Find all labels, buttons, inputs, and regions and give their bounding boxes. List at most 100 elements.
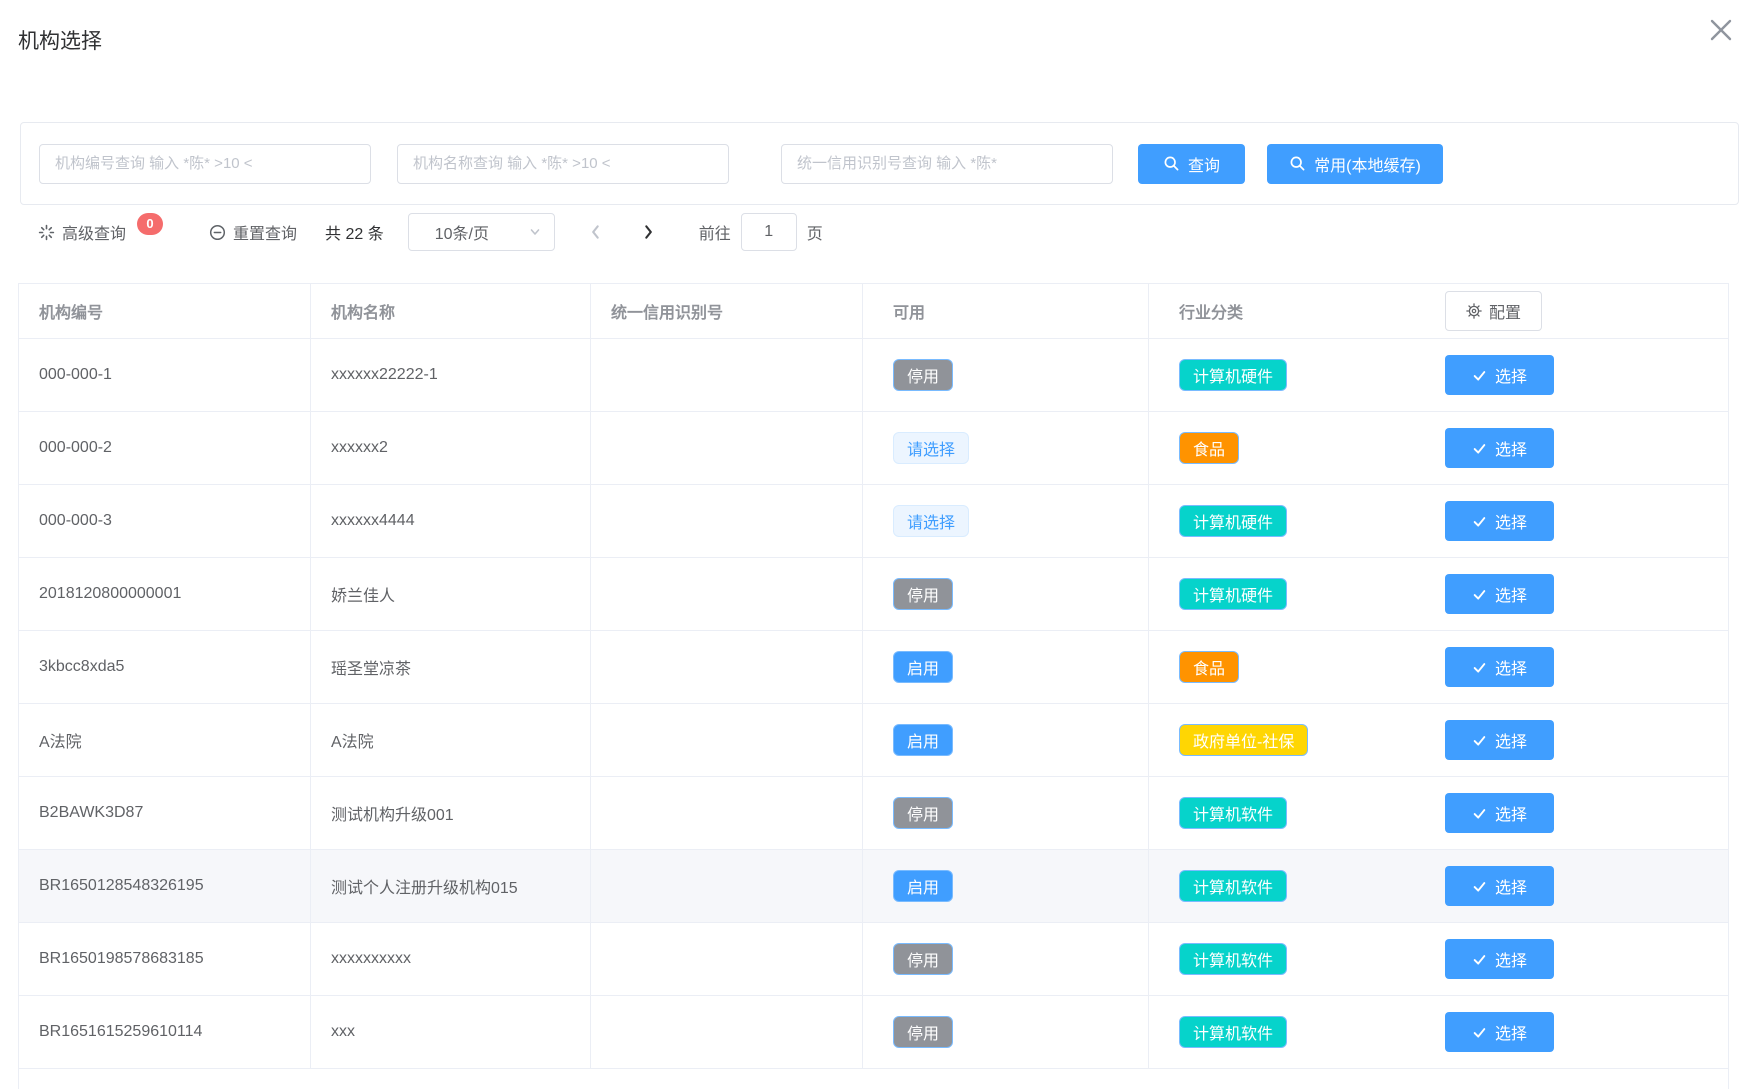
credit-code-cell	[591, 631, 863, 703]
status-tag[interactable]: 停用	[893, 1016, 953, 1048]
credit-code-cell	[591, 412, 863, 484]
status-tag[interactable]: 请选择	[893, 505, 969, 537]
org-code-cell: 000-000-3	[19, 485, 311, 557]
industry-tag: 计算机硬件	[1179, 578, 1287, 610]
available-cell: 请选择	[863, 485, 1149, 557]
org-code-cell: 3kbcc8xda5	[19, 631, 311, 703]
action-cell: 选择	[1431, 339, 1728, 411]
industry-cell: 计算机软件	[1149, 850, 1431, 922]
available-cell: 启用	[863, 631, 1149, 703]
header-org-code: 机构编号	[19, 284, 311, 338]
status-tag[interactable]: 停用	[893, 578, 953, 610]
select-button[interactable]: 选择	[1445, 793, 1554, 833]
prev-page-button[interactable]	[587, 223, 605, 241]
table-row: B2BAWK3D87 测试机构升级001 停用 计算机软件 选择	[19, 777, 1728, 850]
credit-code-cell	[591, 996, 863, 1068]
query-button[interactable]: 查询	[1138, 144, 1245, 184]
select-button[interactable]: 选择	[1445, 355, 1554, 395]
config-button[interactable]: 配置	[1445, 291, 1542, 331]
status-tag[interactable]: 请选择	[893, 432, 969, 464]
select-button[interactable]: 选择	[1445, 866, 1554, 906]
check-icon	[1472, 368, 1487, 383]
available-cell: 停用	[863, 777, 1149, 849]
org-name-input[interactable]	[397, 144, 729, 184]
reset-query-button[interactable]: 重置查询	[209, 220, 297, 244]
table-row: 2018120800000001 娇兰佳人 停用 计算机硬件 选择	[19, 558, 1728, 631]
close-button[interactable]	[1701, 10, 1741, 50]
table-bottom-edge	[18, 1069, 1729, 1089]
org-name-cell: 娇兰佳人	[311, 558, 591, 630]
industry-tag: 计算机软件	[1179, 797, 1287, 829]
next-page-button[interactable]	[639, 223, 657, 241]
page-size-select[interactable]: 10条/页	[408, 213, 555, 251]
header-credit-code: 统一信用识别号	[591, 284, 863, 338]
org-name-cell: xxxxxx22222-1	[311, 339, 591, 411]
org-code-cell: 000-000-1	[19, 339, 311, 411]
org-name-cell: xxxxxxxxxx	[311, 923, 591, 995]
org-name-cell: xxxxxx4444	[311, 485, 591, 557]
status-tag[interactable]: 停用	[893, 943, 953, 975]
select-button[interactable]: 选择	[1445, 428, 1554, 468]
chevron-down-icon	[528, 225, 542, 239]
available-cell: 启用	[863, 850, 1149, 922]
credit-code-input[interactable]	[781, 144, 1113, 184]
common-cache-button[interactable]: 常用(本地缓存)	[1267, 144, 1443, 184]
select-button[interactable]: 选择	[1445, 939, 1554, 979]
credit-code-cell	[591, 704, 863, 776]
status-tag[interactable]: 启用	[893, 651, 953, 683]
org-code-cell: BR1650128548326195	[19, 850, 311, 922]
action-cell: 选择	[1431, 996, 1728, 1068]
credit-code-cell	[591, 923, 863, 995]
credit-code-cell	[591, 777, 863, 849]
select-button[interactable]: 选择	[1445, 720, 1554, 760]
check-icon	[1472, 952, 1487, 967]
industry-tag: 计算机软件	[1179, 1016, 1287, 1048]
org-code-cell: 000-000-2	[19, 412, 311, 484]
action-cell: 选择	[1431, 923, 1728, 995]
industry-cell: 计算机硬件	[1149, 339, 1431, 411]
header-org-name: 机构名称	[311, 284, 591, 338]
status-tag[interactable]: 停用	[893, 797, 953, 829]
minus-circle-icon	[209, 224, 226, 241]
status-tag[interactable]: 启用	[893, 870, 953, 902]
industry-cell: 计算机硬件	[1149, 558, 1431, 630]
action-cell: 选择	[1431, 850, 1728, 922]
action-cell: 选择	[1431, 485, 1728, 557]
table-row: BR1651615259610114 xxx 停用 计算机软件 选择	[19, 996, 1728, 1069]
industry-tag: 食品	[1179, 651, 1239, 683]
action-cell: 选择	[1431, 558, 1728, 630]
credit-code-cell	[591, 485, 863, 557]
table-row: 000-000-3 xxxxxx4444 请选择 计算机硬件 选择	[19, 485, 1728, 558]
status-tag[interactable]: 启用	[893, 724, 953, 756]
advanced-query-button[interactable]: 高级查询 0	[38, 220, 163, 244]
close-icon	[1705, 14, 1737, 46]
industry-cell: 食品	[1149, 631, 1431, 703]
available-cell: 停用	[863, 339, 1149, 411]
credit-code-cell	[591, 558, 863, 630]
org-name-cell: 瑶圣堂凉茶	[311, 631, 591, 703]
select-button[interactable]: 选择	[1445, 501, 1554, 541]
chevron-right-icon	[639, 223, 657, 241]
sparkle-icon	[38, 224, 55, 241]
industry-cell: 计算机硬件	[1149, 485, 1431, 557]
industry-cell: 计算机软件	[1149, 777, 1431, 849]
status-tag[interactable]: 停用	[893, 359, 953, 391]
check-icon	[1472, 1025, 1487, 1040]
org-code-cell: BR1650198578683185	[19, 923, 311, 995]
gear-icon	[1466, 303, 1482, 319]
goto-page-input[interactable]	[741, 213, 797, 251]
check-icon	[1472, 733, 1487, 748]
org-name-cell: 测试个人注册升级机构015	[311, 850, 591, 922]
org-code-input[interactable]	[39, 144, 371, 184]
available-cell: 请选择	[863, 412, 1149, 484]
select-button[interactable]: 选择	[1445, 647, 1554, 687]
credit-code-cell	[591, 850, 863, 922]
select-button[interactable]: 选择	[1445, 574, 1554, 614]
check-icon	[1472, 587, 1487, 602]
check-icon	[1472, 660, 1487, 675]
goto-label: 前往	[699, 220, 731, 244]
select-button[interactable]: 选择	[1445, 1012, 1554, 1052]
check-icon	[1472, 441, 1487, 456]
check-icon	[1472, 806, 1487, 821]
available-cell: 停用	[863, 996, 1149, 1068]
